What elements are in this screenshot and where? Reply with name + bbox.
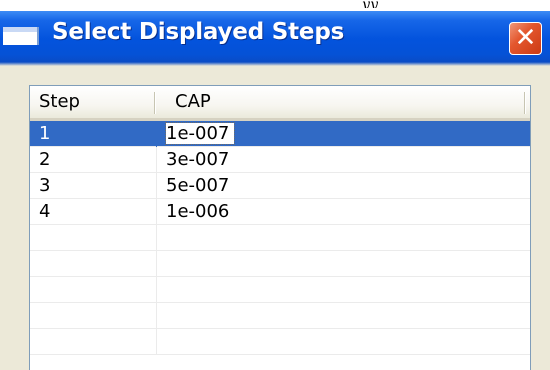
cell-step: 1 <box>39 123 51 144</box>
empty-list-row <box>30 277 530 303</box>
column-gridline <box>156 303 157 329</box>
close-icon: ✕ <box>514 23 537 53</box>
cropped-text-fragment: ӯӯ <box>362 0 379 8</box>
column-gridline <box>156 121 157 147</box>
column-gridline <box>156 147 157 173</box>
steps-list-view[interactable]: Step CAP 1 1e-007 2 3e-007 3 5e-007 4 1e… <box>29 85 531 370</box>
cell-cap: 3e-007 <box>166 149 230 170</box>
column-gridline <box>156 199 157 225</box>
dialog-body: Step CAP 1 1e-007 2 3e-007 3 5e-007 4 1e… <box>0 62 550 370</box>
window-icon <box>3 27 39 45</box>
list-header: Step CAP <box>30 86 530 121</box>
list-row[interactable]: 3 5e-007 <box>30 173 530 199</box>
column-gridline <box>156 277 157 303</box>
cell-step: 2 <box>39 149 51 170</box>
close-button[interactable]: ✕ <box>509 22 542 55</box>
column-header-cap[interactable]: CAP <box>175 86 515 118</box>
empty-list-row <box>30 225 530 251</box>
cell-step: 3 <box>39 175 51 196</box>
column-resize-handle[interactable] <box>524 92 525 114</box>
cell-cap: 5e-007 <box>166 175 230 196</box>
cell-step: 4 <box>39 201 51 222</box>
cell-cap: 1e-006 <box>166 201 230 222</box>
column-gridline <box>156 173 157 199</box>
list-row[interactable]: 4 1e-006 <box>30 199 530 225</box>
cell-cap: 1e-007 <box>164 122 236 145</box>
column-gridline <box>156 225 157 251</box>
empty-list-row <box>30 303 530 329</box>
column-gridline <box>156 329 157 355</box>
column-header-step[interactable]: Step <box>39 86 139 118</box>
empty-list-row <box>30 251 530 277</box>
list-row[interactable]: 2 3e-007 <box>30 147 530 173</box>
empty-list-row <box>30 329 530 355</box>
list-row[interactable]: 1 1e-007 <box>30 121 530 147</box>
list-rows: 1 1e-007 2 3e-007 3 5e-007 4 1e-006 <box>30 121 530 355</box>
title-bar[interactable]: Select Displayed Steps ✕ <box>0 11 550 62</box>
column-resize-handle[interactable] <box>154 92 155 114</box>
window-title: Select Displayed Steps <box>52 19 345 45</box>
column-gridline <box>156 251 157 277</box>
